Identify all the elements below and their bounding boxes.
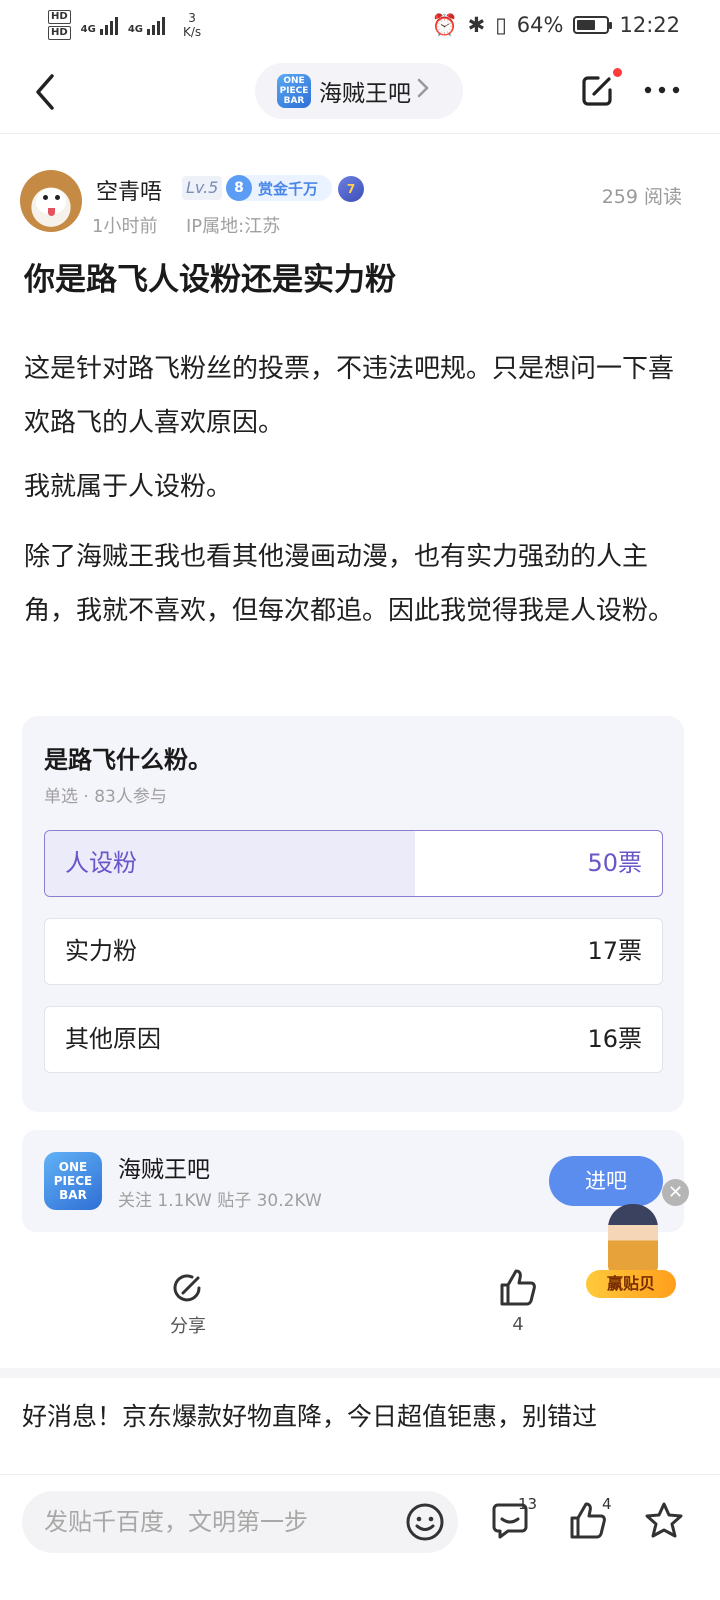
like-count: 4 (512, 1314, 524, 1335)
forum-chip-name: 海贼王吧 (319, 81, 411, 107)
read-count: 259 阅读 (601, 186, 682, 208)
promo-widget[interactable]: 赢贴贝 (586, 1204, 678, 1302)
avatar[interactable] (20, 170, 82, 232)
signal-icon-1: 4G (81, 15, 118, 35)
bottom-bar: 13 4 (0, 1474, 720, 1600)
share-icon (173, 1274, 201, 1302)
battery-percent: 64% (516, 13, 564, 37)
post-paragraph: 这是针对路飞粉丝的投票，不违法吧规。只是想问一下喜欢路飞的人喜欢原因。 (24, 354, 675, 438)
more-icon[interactable] (640, 74, 684, 106)
bottom-like-button[interactable]: 4 (566, 1495, 614, 1547)
back-arrow-icon[interactable] (26, 70, 66, 114)
network-speed: 3 K/s (183, 11, 202, 39)
poll-question: 是路飞什么粉。 (44, 746, 212, 774)
ad-text[interactable]: 好消息！京东爆款好物直降，今日超值钜惠，别错过 (22, 1392, 682, 1472)
rank-number: 8 (226, 175, 252, 201)
poll-option-label: 人设粉 (65, 849, 137, 877)
forum-stats: 关注 1.1KW 贴子 30.2KW (118, 1191, 322, 1211)
chevron-right-icon (417, 77, 429, 105)
poll-card: 是路飞什么粉。 单选 · 83人参与 人设粉 50票 实力粉 17票 其他原因 … (22, 716, 684, 1112)
status-bar: HD HD 4G 4G 3 K/s ⏰ ✱ ▯ 64% 12:22 (0, 0, 720, 50)
reply-input[interactable] (22, 1491, 458, 1553)
close-icon[interactable]: ✕ (662, 1179, 689, 1206)
thumb-up-icon (500, 1269, 536, 1306)
emoji-icon[interactable] (404, 1501, 446, 1543)
promo-character-icon (608, 1204, 658, 1274)
forum-card[interactable]: ONE PIECE BAR 海贼王吧 关注 1.1KW 贴子 30.2KW 进吧 (22, 1130, 684, 1232)
top-nav: ONE PIECE BAR 海贼王吧 (0, 50, 720, 134)
poll-option-label: 实力粉 (65, 937, 137, 965)
poll-option-votes: 50票 (587, 849, 642, 877)
comment-count: 13 (518, 1495, 538, 1513)
poll-option-votes: 17票 (587, 937, 642, 965)
section-divider (0, 1368, 720, 1378)
forum-chip[interactable]: ONE PIECE BAR 海贼王吧 (255, 63, 463, 119)
promo-label: 赢贴贝 (586, 1270, 676, 1298)
battery-icon (573, 16, 613, 34)
like-button[interactable]: 4 (490, 1266, 546, 1335)
poll-option[interactable]: 其他原因 16票 (44, 1006, 663, 1073)
post-time: 1小时前 (92, 216, 158, 237)
ip-location: IP属地:江苏 (186, 216, 281, 237)
bluetooth-icon: ✱ (467, 13, 486, 37)
share-label: 分享 (170, 1316, 206, 1337)
forum-logo-icon: ONE PIECE BAR (277, 74, 311, 108)
clock: 12:22 (619, 13, 680, 37)
poll-meta: 单选 · 83人参与 (44, 787, 167, 807)
post-paragraph: 我就属于人设粉。 (24, 472, 233, 502)
post-paragraph: 除了海贼王我也看其他漫画动漫，也有实力强劲的人主角，我就不喜欢，但每次都追。因此… (24, 542, 675, 626)
hd-indicator: HD HD (48, 9, 71, 41)
signal-icon-2: 4G (128, 15, 166, 35)
poll-option-votes: 16票 (587, 1025, 642, 1053)
share-button[interactable]: 分享 (160, 1268, 216, 1338)
join-forum-button[interactable]: 进吧 (549, 1156, 663, 1206)
poll-option[interactable]: 人设粉 50票 (44, 830, 663, 897)
vibrate-icon: ▯ (495, 13, 507, 37)
post-title: 你是路飞人设粉还是实力粉 (24, 262, 396, 298)
level-badge: Lv.5 (182, 176, 223, 200)
forum-name: 海贼王吧 (118, 1157, 210, 1183)
forum-logo-icon: ONE PIECE BAR (44, 1152, 102, 1210)
bottom-like-count: 4 (602, 1495, 612, 1513)
edit-icon[interactable] (578, 68, 622, 110)
poll-option[interactable]: 实力粉 17票 (44, 918, 663, 985)
author-name[interactable]: 空青唔 (96, 174, 162, 206)
poll-option-label: 其他原因 (65, 1025, 161, 1053)
alarm-icon: ⏰ (431, 12, 458, 37)
rank-title: 赏金千万 (258, 179, 319, 198)
star-icon[interactable] (642, 1499, 690, 1547)
medal-icon: 7 (338, 176, 364, 202)
comment-button[interactable]: 13 (488, 1495, 537, 1547)
rank-badge: 8 赏金千万 (226, 175, 332, 201)
notification-dot (613, 68, 622, 77)
